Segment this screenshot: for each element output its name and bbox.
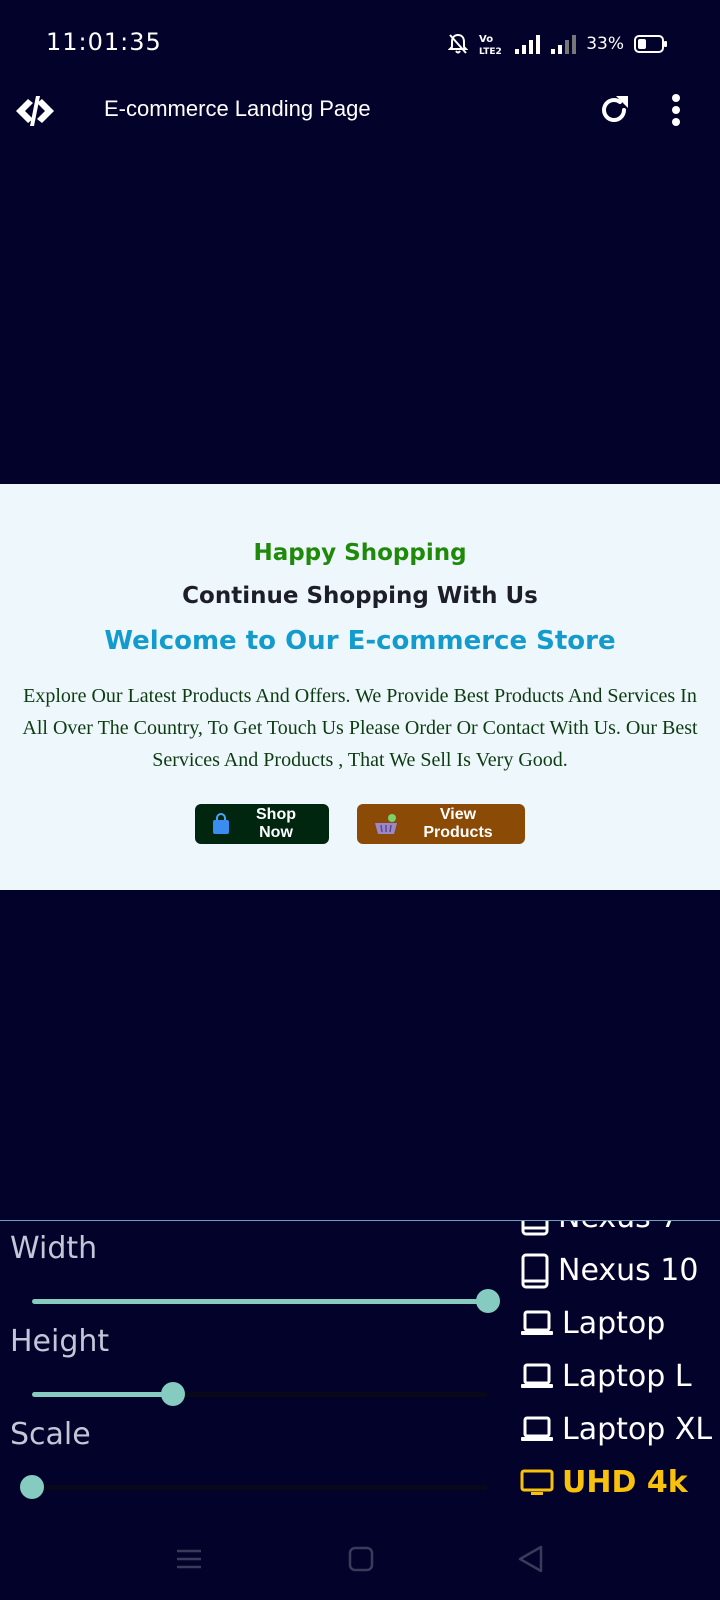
app-bar: E-commerce Landing Page xyxy=(0,80,720,142)
back-icon[interactable] xyxy=(516,1544,546,1574)
tablet-icon xyxy=(521,1253,549,1288)
reload-icon[interactable] xyxy=(596,92,632,128)
device-label: Laptop L xyxy=(562,1359,692,1394)
laptop-icon xyxy=(521,1363,553,1388)
battery-percent: 33% xyxy=(586,34,624,54)
height-slider-thumb[interactable] xyxy=(161,1382,186,1406)
laptop-icon xyxy=(521,1416,553,1441)
battery-icon xyxy=(634,35,667,53)
status-time: 11:01:35 xyxy=(46,28,162,56)
device-label: Laptop xyxy=(562,1306,666,1341)
width-slider[interactable] xyxy=(32,1289,500,1313)
code-icon[interactable] xyxy=(14,90,56,132)
device-item-laptop[interactable]: Laptop xyxy=(520,1297,720,1350)
status-bar: 11:01:35 Vo LTE2 33% xyxy=(0,0,720,80)
home-icon[interactable] xyxy=(346,1544,376,1574)
bell-off-icon xyxy=(448,33,469,54)
view-products-button[interactable]: View Products xyxy=(357,804,525,844)
scale-slider[interactable] xyxy=(20,1475,488,1499)
signal-icon xyxy=(515,35,541,54)
device-item-laptop-l[interactable]: Laptop L xyxy=(520,1350,720,1403)
svg-text:Vo: Vo xyxy=(479,34,493,45)
device-item-nexus-7[interactable]: Nexus 7 xyxy=(520,1221,720,1244)
shopping-bag-icon xyxy=(213,813,229,834)
basket-icon xyxy=(375,814,397,834)
signal-weak-icon xyxy=(551,35,577,54)
shop-now-label: Shop Now xyxy=(256,806,296,841)
width-slider-thumb[interactable] xyxy=(476,1289,500,1313)
device-list: Nexus 7 Nexus 10 Laptop Laptop L xyxy=(520,1221,720,1509)
monitor-icon xyxy=(520,1469,554,1495)
hero-subtitle: Continue Shopping With Us xyxy=(182,583,538,609)
tablet-icon xyxy=(521,1221,549,1235)
hero-section: Happy Shopping Continue Shopping With Us… xyxy=(0,484,720,890)
device-item-nexus-10[interactable]: Nexus 10 xyxy=(520,1244,720,1297)
recents-icon[interactable] xyxy=(174,1544,204,1574)
view-products-label: View Products xyxy=(423,806,493,841)
hero-buttons: Shop Now View Products xyxy=(0,804,720,844)
height-slider-fill xyxy=(32,1392,174,1397)
width-slider-fill xyxy=(32,1299,488,1304)
device-label: Nexus 10 xyxy=(558,1253,699,1288)
device-label: UHD 4k xyxy=(562,1465,688,1500)
app-title: E-commerce Landing Page xyxy=(104,96,371,121)
width-label: Width xyxy=(10,1231,98,1266)
device-label: Nexus 7 xyxy=(558,1221,679,1235)
system-nav-bar xyxy=(0,1520,720,1600)
scale-label: Scale xyxy=(10,1417,91,1452)
height-label: Height xyxy=(10,1324,110,1359)
height-slider[interactable] xyxy=(32,1382,488,1406)
device-item-laptop-xl[interactable]: Laptop XL xyxy=(520,1403,720,1456)
volte-icon: Vo LTE2 xyxy=(479,34,502,56)
status-icons: Vo LTE2 33% xyxy=(448,30,668,58)
preview-controls: Width Height Scale Nexus 7 Nexus 10 xyxy=(0,1220,720,1520)
laptop-icon xyxy=(521,1310,553,1335)
device-item-uhd-4k[interactable]: UHD 4k xyxy=(520,1456,720,1509)
hero-kicker: Happy Shopping xyxy=(253,540,467,566)
device-label: Laptop XL xyxy=(562,1412,713,1447)
hero-description: Explore Our Latest Products And Offers. … xyxy=(22,685,698,771)
shop-now-button[interactable]: Shop Now xyxy=(195,804,329,844)
hero-title: Welcome to Our E-commerce Store xyxy=(104,626,616,656)
svg-text:LTE2: LTE2 xyxy=(479,47,502,56)
scale-slider-thumb[interactable] xyxy=(20,1475,44,1499)
more-vert-icon[interactable] xyxy=(668,92,684,128)
